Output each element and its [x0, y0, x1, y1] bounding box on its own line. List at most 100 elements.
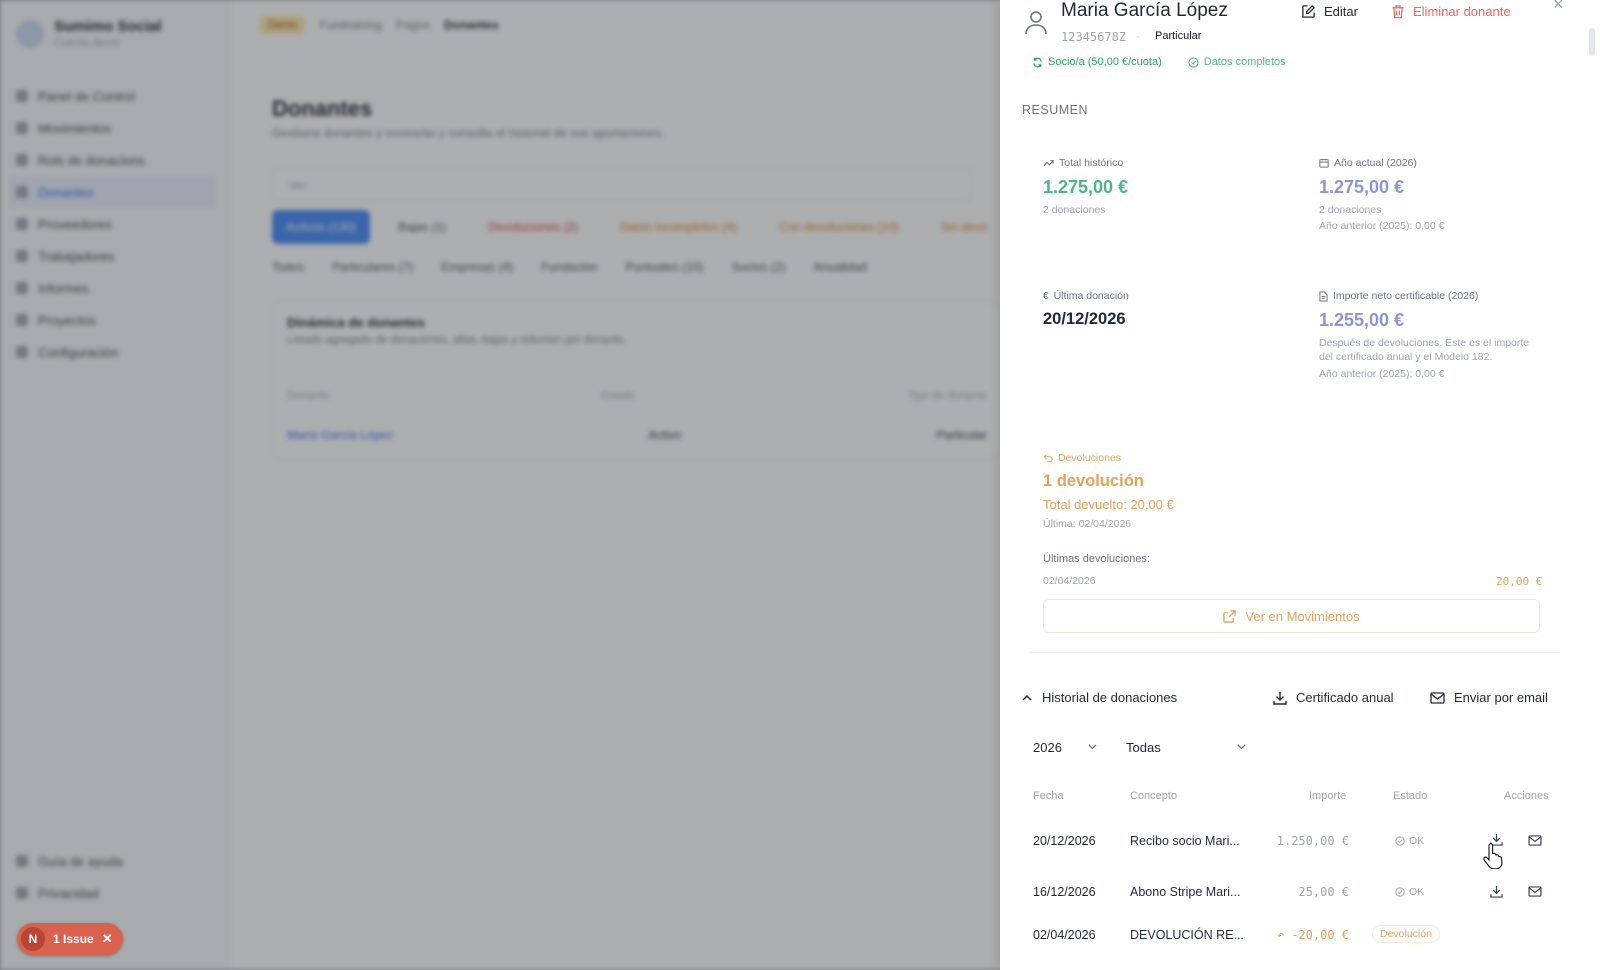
complete-badge-label: Datos completos — [1203, 56, 1286, 68]
annual-certificate-button[interactable]: Certificado anual — [1273, 690, 1394, 705]
col-concept: Concepto — [1130, 790, 1178, 802]
mail-icon — [1430, 691, 1445, 704]
calendar-icon — [1319, 158, 1329, 168]
mail-icon[interactable] — [1528, 835, 1542, 846]
issue-avatar: N — [21, 927, 45, 951]
history-title: Historial de donaciones — [1042, 690, 1178, 705]
status-ok: OK — [1395, 835, 1424, 847]
stat-year-sub: 2 donaciones — [1319, 204, 1382, 216]
scrollbar[interactable] — [1589, 28, 1595, 56]
status-ok-label: OK — [1409, 835, 1425, 847]
send-email-button[interactable]: Enviar por email — [1430, 690, 1548, 705]
issue-label: 1 Issue — [53, 932, 94, 946]
download-icon[interactable] — [1490, 885, 1503, 898]
stat-cert-label: Importe neto certificable (2026) — [1333, 290, 1479, 302]
donor-type: Particular — [1155, 30, 1202, 42]
stat-cert-label-row: Importe neto certificable (2026) — [1319, 290, 1539, 302]
row-concept: Recibo socio Mari... — [1130, 834, 1240, 848]
separator-dot: · — [1136, 29, 1140, 43]
stat-returns-label-row: Devoluciones — [1043, 452, 1174, 464]
stat-year-label-row: Año actual (2026) — [1319, 157, 1445, 169]
stat-total-value: 1.275,00 € — [1043, 177, 1129, 197]
history-toggle[interactable]: Historial de donaciones — [1022, 690, 1177, 705]
mail-icon[interactable] — [1528, 886, 1542, 897]
close-icon[interactable]: × — [1553, 0, 1564, 15]
row-date: 16/12/2026 — [1033, 885, 1096, 899]
chevron-down-icon — [1237, 744, 1246, 750]
check-circle-icon — [1395, 836, 1405, 846]
stat-total: Total histórico 1.275,00 € 2 donaciones — [1043, 157, 1128, 217]
stat-last-label: Última donación — [1053, 290, 1129, 302]
row-concept: Abono Stripe Mari... — [1130, 885, 1241, 899]
euro-icon: € — [1043, 290, 1049, 302]
member-badge-label: Socio/a (50,00 €/cuota) — [1048, 56, 1162, 68]
stat-returns-last: Última: 02/04/2026 — [1043, 518, 1132, 530]
send-email-label: Enviar por email — [1454, 690, 1548, 705]
member-badge: Socio/a (50,00 €/cuota) — [1032, 56, 1162, 68]
view-in-movements-button[interactable]: Ver en Movimientos — [1043, 599, 1540, 633]
annual-certificate-label: Certificado anual — [1296, 690, 1394, 705]
edit-icon — [1302, 4, 1316, 18]
recent-return-date: 02/04/2026 — [1043, 575, 1096, 587]
type-select[interactable]: Todas — [1126, 736, 1246, 758]
stat-year-prev: Año anterior (2025): 0,00 € — [1319, 220, 1445, 232]
donor-badges: Socio/a (50,00 €/cuota) Datos completos — [1032, 56, 1286, 68]
close-icon[interactable]: ✕ — [102, 931, 113, 947]
complete-badge: Datos completos — [1188, 56, 1286, 68]
stat-total-sub: 2 donaciones — [1043, 204, 1106, 216]
stat-last-value: 20/12/2026 — [1043, 310, 1126, 328]
edit-button[interactable]: Editar — [1301, 4, 1358, 19]
stat-returns: Devoluciones 1 devolución Total devuelto… — [1043, 452, 1174, 530]
type-select-value: Todas — [1126, 739, 1161, 755]
stat-year-value: 1.275,00 € — [1319, 177, 1405, 197]
stat-year-label: Año actual (2026) — [1334, 157, 1417, 169]
status-ok-label: OK — [1409, 886, 1425, 898]
recent-return-amount: 20,00 € — [1496, 575, 1543, 588]
row-date: 02/04/2026 — [1033, 928, 1096, 942]
col-amount: Importe — [1309, 790, 1347, 802]
stat-last-donation: € Última donación 20/12/2026 — [1043, 290, 1129, 329]
row-concept: DEVOLUCIÓN RE... — [1130, 928, 1244, 942]
stat-cert-prev: Año anterior (2025): 0,00 € — [1319, 368, 1445, 380]
year-select-value: 2026 — [1033, 739, 1062, 755]
download-icon — [1273, 691, 1287, 705]
stat-current-year: Año actual (2026) 1.275,00 € 2 donacione… — [1319, 157, 1445, 233]
status-return-badge: Devolución — [1372, 925, 1440, 943]
trash-icon — [1392, 5, 1404, 19]
issue-badge[interactable]: N 1 Issue ✕ — [17, 923, 123, 955]
divider — [1030, 652, 1560, 653]
summary-heading: RESUMEN — [1022, 103, 1089, 117]
hand-cursor-icon — [1483, 843, 1503, 869]
check-circle-icon — [1395, 887, 1405, 897]
chevron-down-icon — [1088, 744, 1097, 750]
document-icon — [1319, 291, 1328, 301]
stat-total-label-row: Total histórico — [1043, 157, 1128, 169]
delete-label: Eliminar donante — [1413, 4, 1511, 19]
delete-donor-button[interactable]: Eliminar donante — [1391, 4, 1511, 19]
stat-cert-value: 1.255,00 € — [1319, 310, 1405, 330]
undo-icon — [1043, 454, 1053, 463]
recent-returns-label: Últimas devoluciones: — [1043, 553, 1150, 565]
stat-returns-value: 1 devolución — [1043, 472, 1144, 490]
donor-id: 12345678Z — [1061, 30, 1127, 44]
refresh-icon — [1033, 57, 1042, 67]
col-actions: Acciones — [1504, 790, 1549, 802]
stat-certifiable: Importe neto certificable (2026) 1.255,0… — [1319, 290, 1539, 381]
view-in-movements-label: Ver en Movimientos — [1245, 608, 1360, 624]
edit-label: Editar — [1324, 4, 1358, 19]
year-select[interactable]: 2026 — [1033, 736, 1097, 758]
check-circle-icon — [1188, 56, 1199, 68]
row-amount-value: -20,00 € — [1291, 928, 1349, 942]
row-amount: 25,00 € — [1298, 885, 1349, 899]
row-amount: ↶ -20,00 € — [1273, 928, 1349, 942]
undo-icon: ↶ — [1276, 928, 1292, 942]
stat-cert-desc: Después de devoluciones. Este es el impo… — [1319, 337, 1530, 363]
external-link-icon — [1223, 609, 1237, 623]
donor-name: Maria García López — [1061, 0, 1228, 21]
user-icon — [1025, 11, 1047, 35]
row-amount: 1.250,00 € — [1276, 834, 1349, 848]
status-ok: OK — [1395, 886, 1424, 898]
stat-returns-total: Total devuelto: 20,00 € — [1043, 497, 1174, 512]
donor-detail-panel: × Maria García López 12345678Z · Particu… — [1000, 0, 1600, 970]
chevron-up-icon — [1022, 694, 1032, 701]
